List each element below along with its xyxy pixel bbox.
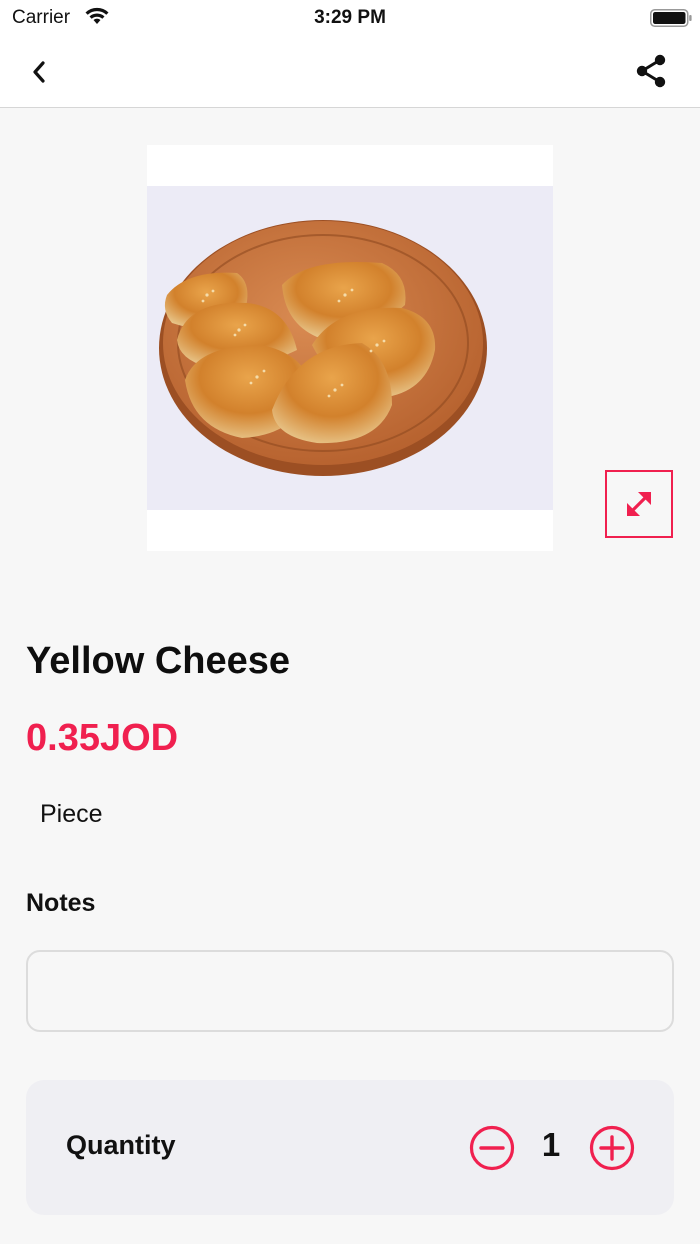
chevron-left-icon: [33, 61, 45, 83]
plus-circle-icon: [589, 1125, 635, 1171]
notes-field[interactable]: [26, 950, 674, 1032]
expand-arrows-icon: [627, 492, 651, 516]
quantity-label: Quantity: [66, 1130, 176, 1160]
product-price: 0.35JOD: [26, 717, 179, 759]
decrease-quantity-button[interactable]: [469, 1125, 515, 1171]
quantity-value: 1: [541, 1126, 561, 1163]
product-name: Yellow Cheese: [26, 640, 291, 682]
product-image: [147, 145, 553, 551]
notes-label: Notes: [26, 889, 96, 917]
back-button[interactable]: [24, 56, 56, 88]
navigation-bar: [0, 36, 700, 108]
product-unit: Piece: [40, 800, 103, 828]
status-bar: Carrier 3:29 PM: [0, 0, 700, 36]
minus-circle-icon: [469, 1125, 515, 1171]
status-time: 3:29 PM: [314, 7, 386, 28]
expand-image-button[interactable]: [605, 470, 673, 538]
share-icon: [636, 54, 666, 88]
quantity-card: Quantity 1: [26, 1080, 674, 1215]
share-button[interactable]: [632, 52, 670, 90]
increase-quantity-button[interactable]: [589, 1125, 635, 1171]
battery-icon: [650, 9, 692, 27]
